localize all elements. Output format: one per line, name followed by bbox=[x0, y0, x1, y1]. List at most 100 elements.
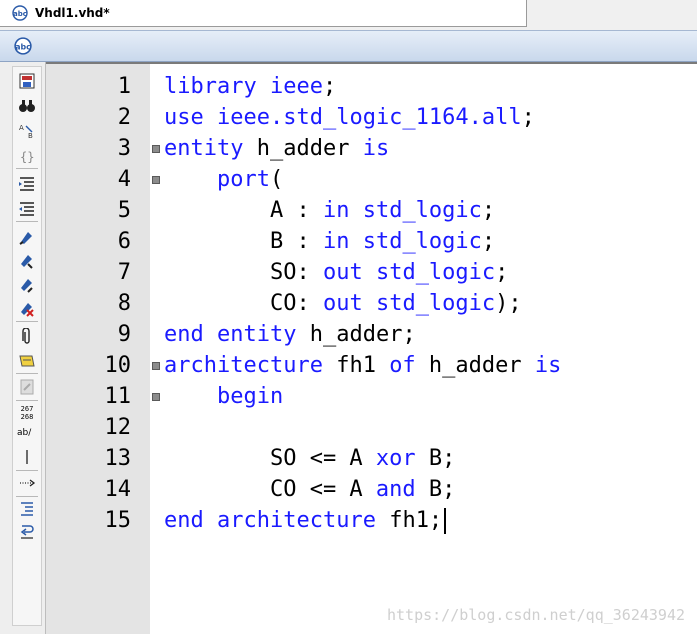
line-number-gutter: 1 2 3 4 5 6 7 8 9 10 11 12 13 14 15 bbox=[46, 64, 150, 634]
code-keyword: is bbox=[534, 353, 562, 378]
document-tab[interactable]: abc Vhdl1.vhd* bbox=[0, 0, 527, 27]
code-line[interactable]: architecture fh1 of h_adder is bbox=[164, 350, 561, 381]
code-keyword: end bbox=[164, 508, 204, 533]
code-line[interactable]: end entity h_adder; bbox=[164, 319, 416, 350]
code-keyword: std_logic bbox=[362, 198, 482, 223]
document-tab-label: Vhdl1.vhd* bbox=[35, 6, 110, 20]
fold-toggle-icon[interactable] bbox=[152, 176, 160, 184]
show-whitespace-icon[interactable] bbox=[18, 474, 36, 492]
svg-text:abc: abc bbox=[13, 10, 27, 18]
prev-bookmark-icon[interactable] bbox=[18, 276, 36, 294]
code-keyword: end bbox=[164, 322, 204, 347]
code-keyword: entity bbox=[217, 322, 297, 347]
code-text: ; bbox=[481, 229, 496, 254]
clear-bookmarks-icon[interactable] bbox=[18, 300, 36, 318]
code-editor[interactable]: 1 2 3 4 5 6 7 8 9 10 11 12 13 14 15 library ieee; use i… bbox=[46, 62, 697, 634]
line-number: 4 bbox=[117, 167, 131, 192]
code-text: CO: bbox=[164, 291, 323, 316]
save-compile-icon[interactable] bbox=[18, 72, 36, 90]
fold-toggle-icon[interactable] bbox=[152, 145, 160, 153]
outdent-icon[interactable] bbox=[18, 200, 36, 218]
paperclip-icon[interactable] bbox=[18, 327, 36, 346]
code-line[interactable]: library ieee; bbox=[164, 71, 336, 102]
wrap-return-icon[interactable] bbox=[18, 522, 36, 540]
next-bookmark-icon[interactable] bbox=[18, 252, 36, 270]
editor-toolbar: AB {} 267 268 ab/ bbox=[0, 62, 46, 634]
line-number: 10 bbox=[104, 353, 132, 378]
code-text: ; bbox=[481, 198, 496, 223]
code-keyword: and bbox=[375, 477, 416, 502]
code-line[interactable]: SO: out std_logic; bbox=[164, 257, 508, 288]
code-line[interactable]: port( bbox=[164, 164, 283, 195]
line-numbers-icon[interactable]: 267 268 bbox=[16, 405, 38, 423]
code-line[interactable]: end architecture fh1; bbox=[164, 505, 442, 536]
code-keyword: is bbox=[362, 136, 390, 161]
code-text: ; bbox=[495, 260, 509, 285]
line-number: 6 bbox=[117, 229, 131, 254]
list-indent-icon[interactable] bbox=[18, 500, 36, 518]
code-text: h_adder; bbox=[296, 322, 416, 347]
editor-window-titlebar[interactable]: abc bbox=[0, 30, 697, 62]
code-line[interactable]: CO: out std_logic); bbox=[164, 288, 522, 319]
toolbar-separator bbox=[16, 168, 38, 169]
toolbar-separator bbox=[16, 496, 38, 497]
code-keyword: entity bbox=[164, 136, 244, 161]
fold-toggle-icon[interactable] bbox=[152, 362, 160, 370]
fold-toggle-icon[interactable] bbox=[152, 393, 160, 401]
line-number: 9 bbox=[117, 322, 131, 347]
code-keyword: in bbox=[322, 229, 350, 254]
code-text: SO <= A bbox=[164, 446, 376, 471]
code-line[interactable]: begin bbox=[164, 381, 283, 412]
code-text: B : bbox=[164, 229, 323, 254]
document-tab-strip: abc Vhdl1.vhd* bbox=[0, 0, 697, 31]
svg-text:{}: {} bbox=[20, 150, 34, 164]
word-wrap-icon[interactable]: ab/ bbox=[17, 428, 35, 446]
code-line[interactable]: CO <= A and B; bbox=[164, 474, 455, 505]
code-line[interactable]: SO <= A xor B; bbox=[164, 443, 455, 474]
code-text: SO: bbox=[164, 260, 323, 285]
code-keyword: ieee bbox=[269, 74, 323, 99]
code-keyword: library bbox=[164, 74, 257, 99]
vertical-line-icon[interactable] bbox=[18, 448, 36, 466]
code-text: ; bbox=[322, 74, 337, 99]
abc-document-icon: abc bbox=[12, 5, 28, 25]
code-text: h_adder bbox=[243, 136, 363, 161]
code-line[interactable]: use ieee.std_logic_1164.all; bbox=[164, 102, 535, 133]
code-text: ); bbox=[495, 291, 522, 316]
code-line[interactable]: A : in std_logic; bbox=[164, 195, 495, 226]
code-line[interactable]: entity h_adder is bbox=[164, 133, 389, 164]
code-keyword: architecture bbox=[164, 353, 323, 378]
bookmark-icon[interactable] bbox=[18, 228, 36, 246]
code-text: fh1 bbox=[322, 353, 390, 378]
line-number: 8 bbox=[117, 291, 131, 316]
indent-icon[interactable] bbox=[18, 175, 36, 193]
code-keyword: std_logic bbox=[362, 229, 482, 254]
code-keyword: port bbox=[216, 167, 270, 192]
abc-document-icon: abc bbox=[14, 37, 32, 59]
code-text: ; bbox=[521, 105, 535, 130]
line-number: 2 bbox=[117, 105, 131, 130]
code-text: B; bbox=[415, 477, 456, 502]
braces-icon[interactable]: {} bbox=[18, 147, 36, 165]
insert-template-icon[interactable] bbox=[18, 352, 36, 370]
svg-text:A: A bbox=[19, 124, 24, 132]
toolbar-separator bbox=[16, 221, 38, 222]
code-keyword: architecture bbox=[217, 508, 376, 533]
code-keyword: use bbox=[164, 105, 204, 130]
replace-icon[interactable]: AB bbox=[18, 122, 36, 140]
disabled-tool-icon[interactable] bbox=[18, 378, 36, 396]
line-number: 12 bbox=[104, 415, 132, 440]
code-text: B; bbox=[415, 446, 456, 471]
code-line[interactable]: B : in std_logic; bbox=[164, 226, 495, 257]
code-keyword: out bbox=[322, 260, 363, 285]
code-keyword: of bbox=[389, 353, 416, 378]
find-icon[interactable] bbox=[18, 97, 36, 115]
code-keyword: std_logic bbox=[375, 291, 496, 316]
